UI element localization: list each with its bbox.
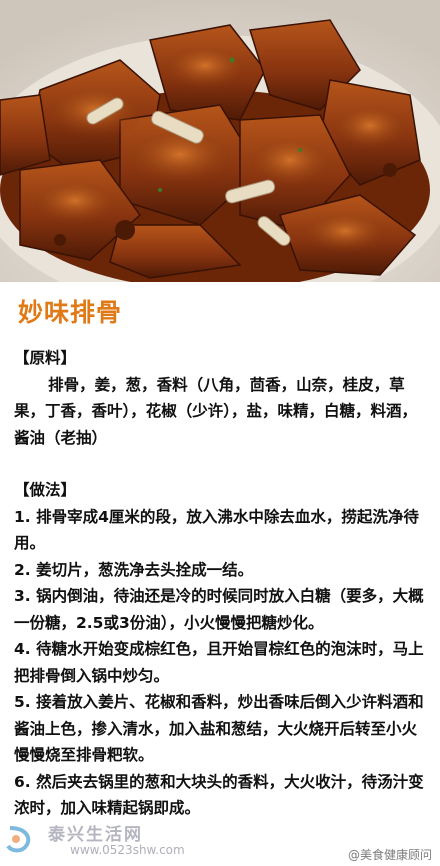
ingredients-heading: 【原料】 [14, 349, 77, 367]
recipe-body: 【原料】 排骨，姜，葱，香料（八角，茴香，山奈，桂皮，草果，丁香，香叶），花椒（… [14, 345, 428, 822]
site-logo-icon [6, 826, 31, 853]
method-step-4: 4. 待糖水开始变成棕红色，且开始冒棕红色的泡沫时，马上把排骨倒入锅中炒匀。 [14, 640, 424, 685]
method-step-5: 5. 接着放入姜片、花椒和香料，炒出香味后倒入少许料酒和酱油上色，掺入清水，加入… [14, 693, 424, 764]
watermark-weibo: @美食健康顾问 [347, 848, 432, 862]
method-step-2: 2. 姜切片，葱洗净去头拴成一结。 [14, 560, 254, 579]
watermark-site-name: 泰兴生活网 [48, 825, 143, 845]
method-heading: 【做法】 [14, 481, 77, 499]
method-step-3: 3. 锅内倒油，待油还是冷的时候同时放入白糖（要多，大概一份糖，2.5或3份油）… [14, 587, 424, 632]
watermark-url: www.0523shw.com [70, 843, 185, 857]
watermark: 泰兴生活网 www.0523shw.com @美食健康顾问 [0, 808, 440, 866]
ingredients-text: 排骨，姜，葱，香料（八角，茴香，山奈，桂皮，草果，丁香，香叶），花椒（少许），盐… [14, 375, 418, 447]
recipe-title: 妙味排骨 [18, 298, 123, 327]
dish-photo [0, 0, 440, 282]
braised-ribs-image [0, 0, 440, 282]
method-step-1: 1. 排骨宰成4厘米的段，放入沸水中除去血水，捞起洗净待用。 [14, 507, 419, 553]
